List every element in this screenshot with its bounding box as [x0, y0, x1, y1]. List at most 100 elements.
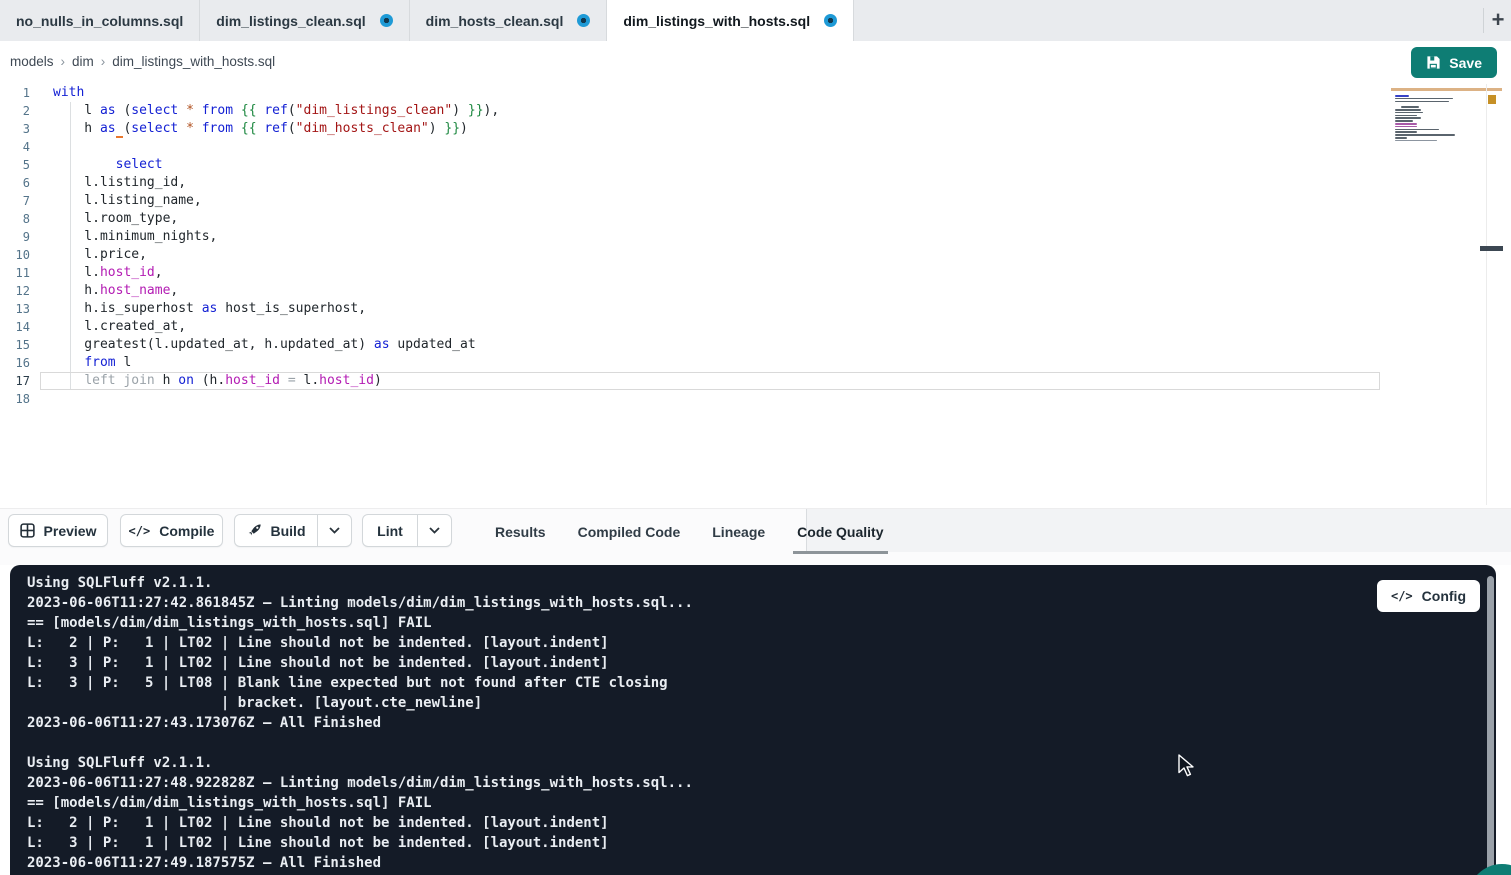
- file-tab-label: dim_hosts_clean.sql: [426, 13, 564, 29]
- breadcrumb-item[interactable]: dim: [72, 54, 94, 69]
- breadcrumb-bar: models › dim › dim_listings_with_hosts.sql S…: [0, 41, 1511, 84]
- panel-tab-lineage[interactable]: Lineage: [712, 509, 765, 554]
- line-content: from l: [40, 354, 1380, 372]
- breadcrumb-item[interactable]: dim_listings_with_hosts.sql: [112, 54, 275, 69]
- file-tab-dim_listings_clean.sql[interactable]: dim_listings_clean.sql: [200, 0, 409, 41]
- code-line-8[interactable]: 8 l.room_type,: [0, 210, 1380, 228]
- lint-button-label: Lint: [377, 523, 403, 539]
- ruler-position-mark[interactable]: [1480, 246, 1503, 251]
- panel-tab-results[interactable]: Results: [495, 509, 546, 554]
- editor-toolbar: Preview </> Compile Build: [0, 508, 1511, 565]
- build-button[interactable]: Build: [235, 515, 318, 546]
- code-brackets-icon: </>: [129, 524, 151, 538]
- code-line-16[interactable]: 16 from l: [0, 354, 1380, 372]
- file-tab-no_nulls_in_columns.sql[interactable]: no_nulls_in_columns.sql: [0, 0, 200, 41]
- build-button-label: Build: [271, 523, 306, 539]
- code-line-4[interactable]: 4: [0, 138, 1380, 156]
- code-brackets-icon: </>: [1391, 589, 1413, 603]
- line-content: l.price,: [40, 246, 1380, 264]
- save-icon: [1426, 55, 1441, 70]
- line-content: greatest(l.updated_at, h.updated_at) as …: [40, 336, 1380, 354]
- line-content: l.room_type,: [40, 210, 1380, 228]
- code-line-2[interactable]: 2 l as (select * from {{ ref("dim_listin…: [0, 102, 1380, 120]
- line-content: left join h on (h.host_id = l.host_id): [40, 372, 1380, 390]
- rocket-icon: [247, 523, 262, 538]
- line-number: 12: [0, 282, 40, 300]
- code-editor[interactable]: 1with2 l as (select * from {{ ref("dim_l…: [0, 84, 1511, 508]
- code-lines: 1with2 l as (select * from {{ ref("dim_l…: [0, 84, 1380, 408]
- line-number: 14: [0, 318, 40, 336]
- file-tab-label: no_nulls_in_columns.sql: [16, 13, 183, 29]
- line-number: 15: [0, 336, 40, 354]
- breadcrumb-separator: ›: [61, 54, 66, 69]
- new-tab-button[interactable]: +: [1486, 5, 1510, 35]
- code-line-6[interactable]: 6 l.listing_id,: [0, 174, 1380, 192]
- code-line-7[interactable]: 7 l.listing_name,: [0, 192, 1380, 210]
- breadcrumb: models › dim › dim_listings_with_hosts.sql: [10, 54, 275, 69]
- chevron-down-icon: [329, 527, 340, 534]
- file-tabs: no_nulls_in_columns.sql dim_listings_clea…: [0, 0, 1511, 41]
- save-button-label: Save: [1449, 55, 1482, 71]
- file-tab-label: dim_listings_with_hosts.sql: [623, 13, 810, 29]
- terminal-panel[interactable]: Using SQLFluff v2.1.1. 2023-06-06T11:27:…: [10, 565, 1496, 875]
- file-tab-label: dim_listings_clean.sql: [216, 13, 365, 29]
- lint-button[interactable]: Lint: [363, 515, 418, 546]
- code-line-11[interactable]: 11 l.host_id,: [0, 264, 1380, 282]
- code-line-9[interactable]: 9 l.minimum_nights,: [0, 228, 1380, 246]
- line-number: 13: [0, 300, 40, 318]
- config-button[interactable]: </> Config: [1377, 580, 1480, 612]
- line-number: 3: [0, 120, 40, 138]
- line-number: 10: [0, 246, 40, 264]
- file-tab-dim_listings_with_hosts.sql[interactable]: dim_listings_with_hosts.sql: [607, 0, 854, 41]
- terminal-scrollbar[interactable]: [1487, 576, 1494, 875]
- line-number: 7: [0, 192, 40, 210]
- code-line-15[interactable]: 15 greatest(l.updated_at, h.updated_at) …: [0, 336, 1380, 354]
- dbt-ide-window: no_nulls_in_columns.sql dim_listings_clea…: [0, 0, 1511, 875]
- unsaved-changes-dot[interactable]: [577, 14, 590, 27]
- breadcrumb-separator: ›: [101, 54, 106, 69]
- code-line-17[interactable]: 17 left join h on (h.host_id = l.host_id…: [0, 372, 1380, 390]
- line-number: 18: [0, 390, 40, 408]
- panel-tab-compiled-code[interactable]: Compiled Code: [578, 509, 681, 554]
- line-content: l.host_id,: [40, 264, 1380, 282]
- ruler-warning-mark: [1488, 95, 1496, 104]
- preview-button[interactable]: Preview: [8, 514, 108, 547]
- code-line-13[interactable]: 13 h.is_superhost as host_is_superhost,: [0, 300, 1380, 318]
- unsaved-changes-dot[interactable]: [824, 14, 837, 27]
- line-content: l.listing_id,: [40, 174, 1380, 192]
- panel-tab-code-quality[interactable]: Code Quality: [797, 509, 883, 554]
- build-dropdown-button[interactable]: [318, 515, 351, 546]
- file-tab-dim_hosts_clean.sql[interactable]: dim_hosts_clean.sql: [410, 0, 608, 41]
- line-content: l as (select * from {{ ref("dim_listings…: [40, 102, 1380, 120]
- breadcrumb-item[interactable]: models: [10, 54, 54, 69]
- line-content: [40, 390, 1380, 408]
- unsaved-changes-dot[interactable]: [380, 14, 393, 27]
- line-number: 17: [0, 372, 40, 390]
- compile-button[interactable]: </> Compile: [120, 514, 223, 547]
- line-content: l.minimum_nights,: [40, 228, 1380, 246]
- line-content: l.created_at,: [40, 318, 1380, 336]
- tabbar-divider: [1483, 8, 1484, 33]
- code-line-5[interactable]: 5 select: [0, 156, 1380, 174]
- code-line-1[interactable]: 1with: [0, 84, 1380, 102]
- chevron-down-icon: [429, 527, 440, 534]
- lint-button-group: Lint: [362, 514, 452, 547]
- code-line-18[interactable]: 18: [0, 390, 1380, 408]
- code-line-10[interactable]: 10 l.price,: [0, 246, 1380, 264]
- save-button[interactable]: Save: [1411, 47, 1497, 78]
- preview-grid-icon: [20, 523, 35, 538]
- file-tab-bar: no_nulls_in_columns.sql dim_listings_clea…: [0, 0, 1511, 41]
- build-button-group: Build: [234, 514, 352, 547]
- line-content: h as (select * from {{ ref("dim_hosts_cl…: [40, 120, 1380, 138]
- minimap[interactable]: [1391, 86, 1483, 148]
- line-number: 9: [0, 228, 40, 246]
- code-line-3[interactable]: 3 h as (select * from {{ ref("dim_hosts_…: [0, 120, 1380, 138]
- overview-ruler: [1486, 84, 1487, 505]
- code-line-12[interactable]: 12 h.host_name,: [0, 282, 1380, 300]
- line-number: 5: [0, 156, 40, 174]
- line-number: 11: [0, 264, 40, 282]
- line-number: 2: [0, 102, 40, 120]
- line-content: h.is_superhost as host_is_superhost,: [40, 300, 1380, 318]
- code-line-14[interactable]: 14 l.created_at,: [0, 318, 1380, 336]
- lint-dropdown-button[interactable]: [418, 515, 451, 546]
